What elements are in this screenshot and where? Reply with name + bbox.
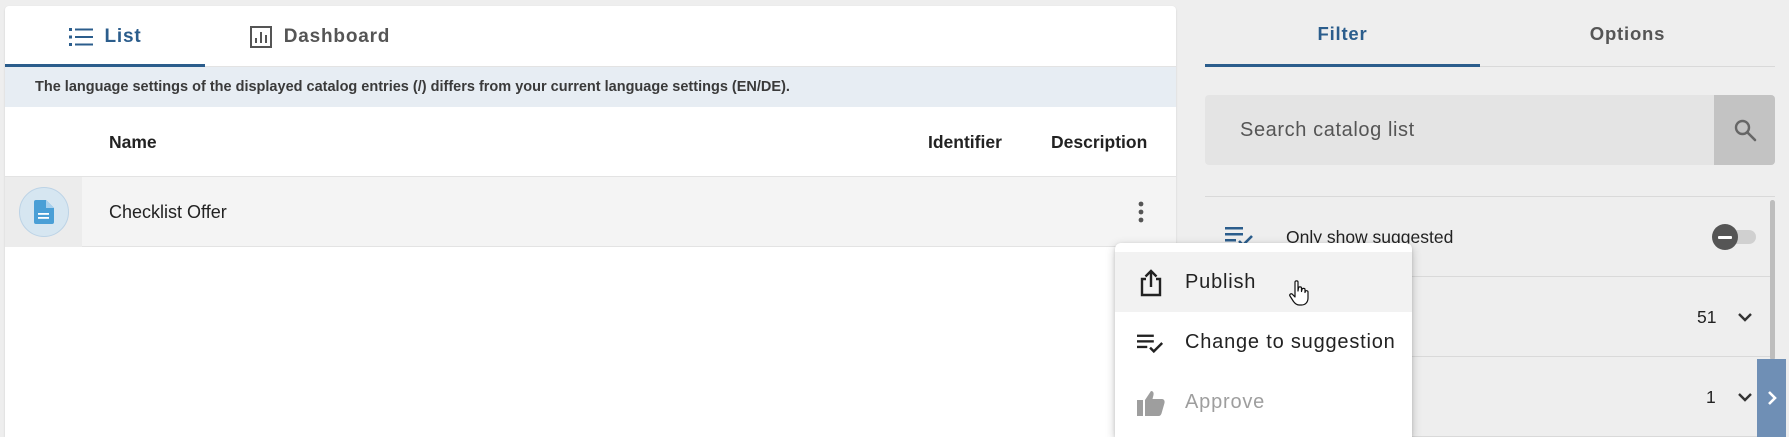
sidebar-expand-handle[interactable] [1757,359,1786,437]
filter-count: 1 [1706,386,1716,407]
chevron-down-icon[interactable] [1735,387,1755,407]
tab-dashboard-label: Dashboard [283,25,391,47]
row-context-menu: Publish Change to suggestion Approve [1115,243,1412,437]
tab-options[interactable]: Options [1480,0,1775,67]
scrollbar-thumb[interactable] [1770,200,1775,360]
row-icon-cell [5,177,82,247]
toggle-knob [1712,224,1738,250]
share-upload-icon [1137,269,1165,297]
main-tabs: List Dashboard [5,6,1176,67]
column-header-name[interactable]: Name [109,107,157,177]
language-notice: The language settings of the displayed c… [5,67,1176,107]
column-header-identifier[interactable]: Identifier [928,107,1002,177]
list-icon [68,27,93,46]
menu-item-label: Publish [1185,270,1257,293]
menu-item-label: Approve [1185,390,1266,413]
search-button[interactable] [1714,95,1775,165]
menu-item-change-to-suggestion[interactable]: Change to suggestion [1115,312,1412,372]
search-box [1205,95,1775,165]
active-tab-indicator [5,64,205,67]
catalog-list-panel: List Dashboard The language settings of … [5,6,1176,437]
playlist-check-icon [1137,329,1165,357]
menu-item-label: Change to suggestion [1185,330,1396,353]
tab-filter[interactable]: Filter [1205,0,1480,67]
sidebar-tabs: Filter Options [1205,0,1775,67]
filter-count: 51 [1697,306,1717,327]
tab-list-label: List [104,25,142,47]
thumb-up-icon [1137,389,1165,417]
avatar [18,187,69,237]
row-name: Checklist Offer [109,201,227,222]
app-root: List Dashboard The language settings of … [0,0,1789,437]
dashboard-icon [249,25,272,48]
search-icon [1734,119,1756,142]
chevron-down-icon[interactable] [1735,307,1755,327]
only-suggested-toggle[interactable] [1712,224,1758,250]
tab-list[interactable]: List [5,6,205,67]
column-header-description[interactable]: Description [1051,107,1147,177]
menu-item-publish[interactable]: Publish [1115,252,1412,312]
chevron-right-icon [1767,391,1777,405]
document-icon [33,200,54,224]
active-sidebar-tab-indicator [1205,64,1480,67]
table-header: Name Identifier Description [5,107,1176,177]
menu-item-approve[interactable]: Approve [1115,372,1412,432]
more-vert-icon[interactable] [1127,198,1155,226]
tab-dashboard[interactable]: Dashboard [205,6,435,67]
search-input[interactable] [1205,95,1714,165]
hand-cursor-icon [1289,280,1309,306]
table-row[interactable]: Checklist Offer [5,177,1176,247]
